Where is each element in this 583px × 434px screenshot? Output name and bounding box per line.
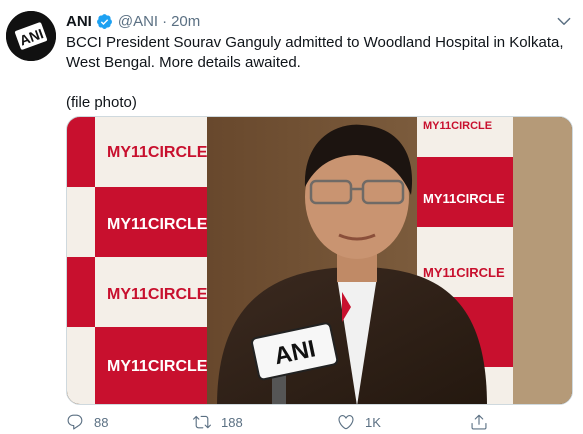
banner-text: MY11CIRCLE <box>107 216 208 233</box>
banner-text: MY11CIRCLE <box>423 265 505 280</box>
banner-text: MY11CIRCLE <box>107 144 208 161</box>
tweet[interactable]: ANI ANI @ANI · 20m BCCI President Sourav… <box>0 0 583 434</box>
like-button[interactable]: 1K <box>337 412 381 432</box>
caret-down-icon[interactable] <box>555 12 573 30</box>
author-handle[interactable]: @ANI <box>118 13 158 30</box>
separator-dot: · <box>162 12 168 30</box>
backdrop-banner-left: MY11CIRCLE MY11CIRCLE MY11CIRCLE MY11CIR… <box>67 117 208 404</box>
tweet-text-line: BCCI President Sourav Ganguly admitted t… <box>66 34 564 71</box>
author-name[interactable]: ANI <box>66 13 92 30</box>
tweet-text: BCCI President Sourav Ganguly admitted t… <box>66 33 571 113</box>
banner-text: MY11CIRCLE <box>423 120 492 132</box>
share-button[interactable] <box>470 412 488 432</box>
banner-text: MY11CIRCLE <box>107 358 208 375</box>
photo-canvas: MY11CIRCLE MY11CIRCLE MY11CIRCLE MY11CIR… <box>67 117 572 404</box>
share-icon <box>471 414 487 430</box>
banner-text: MY11CIRCLE <box>423 191 505 206</box>
retweet-button[interactable]: 188 <box>193 412 243 432</box>
banner-text: MY11CIRCLE <box>107 286 208 303</box>
avatar[interactable]: ANI <box>6 11 56 61</box>
tweet-timestamp[interactable]: 20m <box>171 13 200 30</box>
retweet-count: 188 <box>221 414 243 430</box>
like-count: 1K <box>365 414 381 430</box>
reply-icon <box>67 414 83 430</box>
tweet-photo[interactable]: MY11CIRCLE MY11CIRCLE MY11CIRCLE MY11CIR… <box>66 116 573 405</box>
reply-button[interactable]: 88 <box>66 412 108 432</box>
ani-logo: ANI <box>6 11 56 61</box>
reply-count: 88 <box>94 414 109 430</box>
tweet-header: ANI @ANI · 20m <box>66 11 200 31</box>
retweet-icon <box>193 415 211 429</box>
tweet-text-note: (file photo) <box>66 94 137 111</box>
verified-badge-icon <box>96 13 112 29</box>
like-icon <box>338 415 354 430</box>
tweet-actions: 88 188 1K <box>66 412 506 432</box>
